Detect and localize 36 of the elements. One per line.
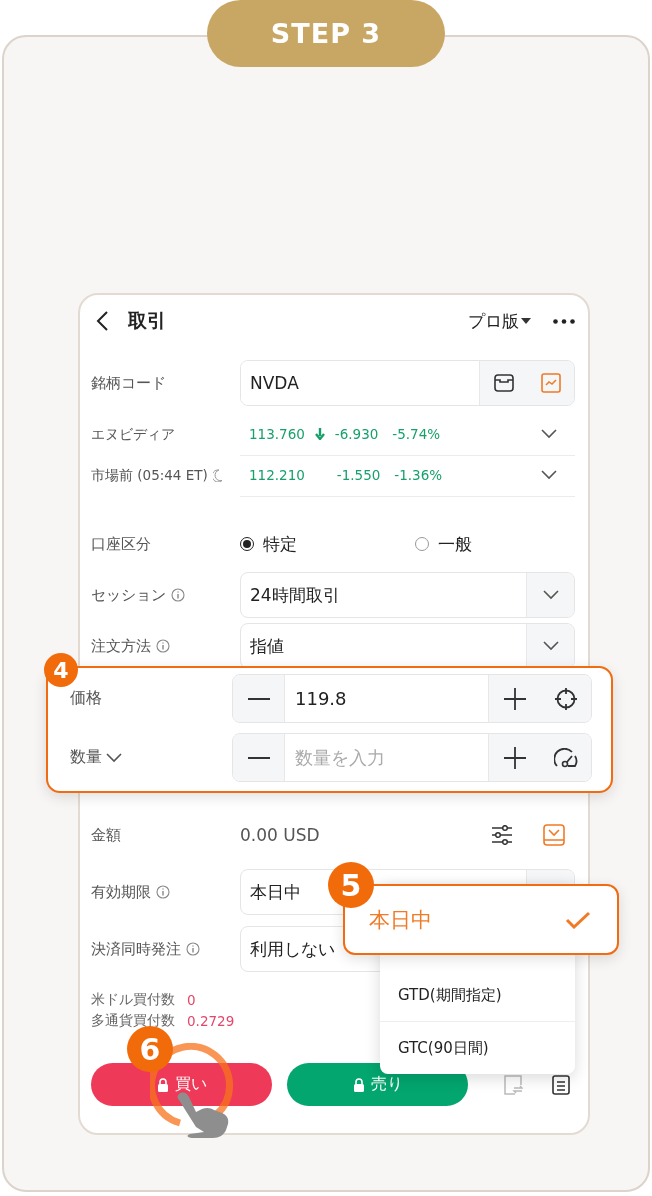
field-label: 口座区分 (91, 534, 152, 554)
price-stepper[interactable]: 119.8 (232, 674, 592, 723)
field-label: 価格 (70, 688, 102, 709)
step-number-badge: 4 (44, 653, 78, 687)
edition-dropdown[interactable]: プロ版 (468, 309, 531, 333)
quote-price: 112.210 (249, 467, 305, 483)
price-input[interactable]: 119.8 (284, 675, 489, 722)
quote-label: エヌビディア (91, 425, 175, 444)
step-number-badge: 6 (127, 1026, 173, 1072)
field-label: 銘柄コード (91, 373, 167, 393)
quote-percent: -1.36% (394, 467, 443, 483)
radio-option[interactable]: 一般 (415, 532, 590, 556)
step-badge: STEP 3 (207, 0, 445, 67)
quote-percent: -5.74% (392, 426, 441, 442)
buying-power-value: 0.2729 (187, 1012, 235, 1029)
field-label: 数量 (70, 747, 102, 768)
page-title: 取引 (128, 308, 166, 333)
step-number-badge: 5 (328, 862, 374, 908)
field-label: セッション (91, 585, 166, 605)
quantity-input[interactable]: 数量を入力 (284, 734, 489, 781)
field-label: 決済同時発注 (91, 939, 181, 959)
buying-power-value: 0 (187, 991, 196, 1008)
select-field[interactable]: 24時間取引 (240, 572, 575, 618)
radio-option[interactable]: 特定 (240, 532, 415, 556)
field-label: 注文方法 (91, 636, 151, 656)
quote-label: 市場前 (05:44 ET) (91, 466, 208, 485)
quantity-stepper[interactable]: 数量を入力 (232, 733, 592, 782)
quote-change: -1.550 (336, 467, 381, 483)
field-label: 金額 (91, 825, 122, 845)
amount-value: 0.00 USD (240, 825, 320, 845)
field-label: 有効期限 (91, 882, 151, 902)
quote-price: 113.760 (249, 426, 305, 442)
dropdown-option[interactable]: GTD(期間指定) (380, 970, 575, 1022)
quote-change: -6.930 (334, 426, 379, 442)
buying-power-label: 米ドル買付数 (91, 990, 175, 1009)
symbol-field[interactable]: NVDA (240, 360, 575, 406)
